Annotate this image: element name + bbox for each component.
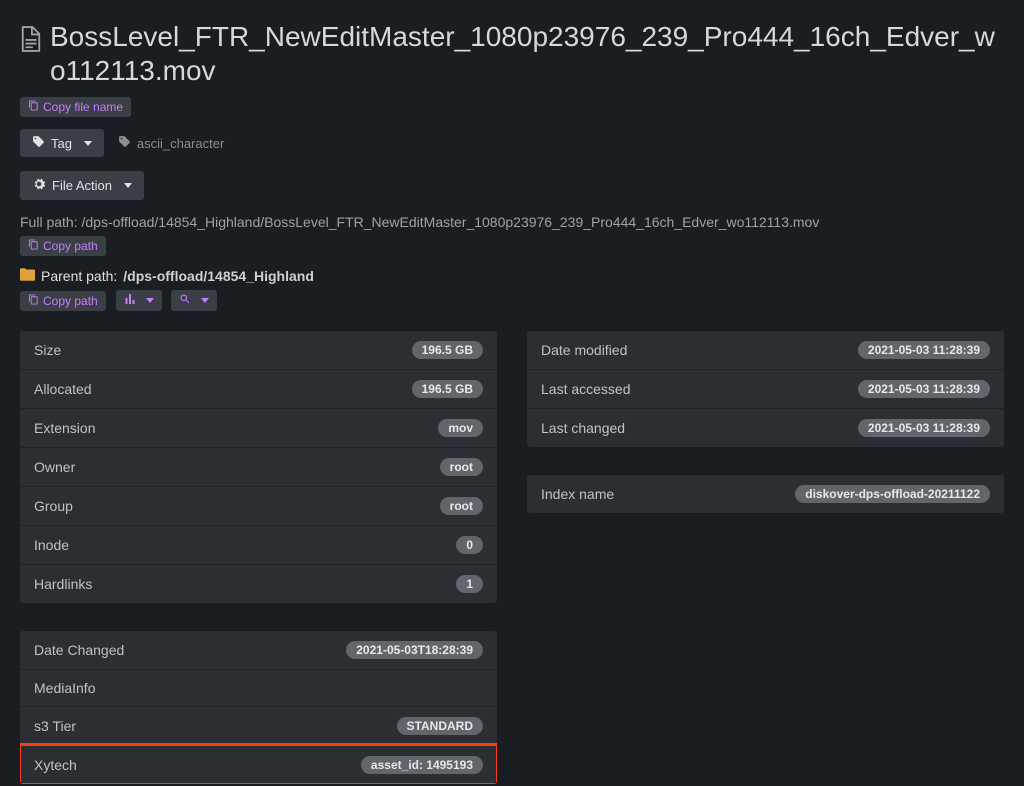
copy-parent-path-button[interactable]: Copy path [20, 291, 106, 311]
list-item: Last changed 2021-05-03 11:28:39 [527, 408, 1004, 447]
list-item-label: Group [34, 498, 73, 514]
list-item: Group root [20, 486, 497, 525]
parent-path-value: /dps-offload/14854_Highland [123, 268, 314, 284]
index-list: Index name diskover-dps-offload-20211122 [527, 475, 1004, 513]
file-action-button[interactable]: File Action [20, 171, 144, 200]
chart-dropdown-button[interactable] [116, 290, 162, 311]
list-item: Date Changed 2021-05-03T18:28:39 [20, 631, 497, 669]
list-item: Xytech asset_id: 1495193 [20, 745, 497, 784]
copy-icon [28, 239, 39, 253]
list-item-label: Owner [34, 459, 75, 475]
list-item-label: Hardlinks [34, 576, 92, 592]
list-item: Size 196.5 GB [20, 331, 497, 369]
list-item-value: 0 [456, 536, 483, 554]
copy-icon [28, 100, 39, 114]
file-action-label: File Action [52, 178, 112, 193]
file-dates-list: Date modified2021-05-03 11:28:39Last acc… [527, 331, 1004, 447]
file-attributes-list: Size 196.5 GB Allocated 196.5 GB Extension mo… [20, 331, 497, 603]
search-icon [179, 293, 191, 308]
parent-path-label: Parent path: [41, 268, 117, 284]
list-item-value: asset_id: 1495193 [361, 756, 483, 774]
page-title: BossLevel_FTR_NewEditMaster_1080p23976_2… [20, 20, 1004, 87]
existing-tag-label: ascii_character [137, 136, 224, 151]
list-item-label: Last accessed [541, 381, 631, 397]
list-item: Hardlinks 1 [20, 564, 497, 603]
list-item: MediaInfo [20, 669, 497, 706]
list-item-value: mov [438, 419, 483, 437]
list-item-label: MediaInfo [34, 680, 95, 696]
list-item-value: 2021-05-03 11:28:39 [858, 341, 990, 359]
list-item-value: root [440, 497, 483, 515]
list-item-value: root [440, 458, 483, 476]
list-item: Owner root [20, 447, 497, 486]
list-item: Allocated 196.5 GB [20, 369, 497, 408]
list-item: s3 Tier STANDARD [20, 706, 497, 745]
cogs-icon [32, 177, 46, 194]
list-item-label: Date modified [541, 342, 627, 358]
parent-path-line: Parent path: /dps-offload/14854_Highland [20, 268, 1004, 284]
list-item-label: Last changed [541, 420, 625, 436]
bar-chart-icon [124, 293, 136, 308]
list-item-label: s3 Tier [34, 718, 76, 734]
full-path-label: Full path: [20, 214, 78, 230]
list-item-value: 1 [456, 575, 483, 593]
list-item-value: 2021-05-03T18:28:39 [346, 641, 483, 659]
tag-icon [118, 135, 131, 151]
search-dropdown-button[interactable] [171, 290, 217, 311]
list-item-value: diskover-dps-offload-20211122 [795, 485, 990, 503]
list-item-label: Xytech [34, 757, 77, 773]
copy-full-path-button[interactable]: Copy path [20, 236, 106, 256]
list-item: Date modified 2021-05-03 11:28:39 [527, 331, 1004, 369]
list-item: Last accessed 2021-05-03 11:28:39 [527, 369, 1004, 408]
list-item-label: Extension [34, 420, 95, 436]
list-item-label: Index name [541, 486, 614, 502]
list-item: Index name diskover-dps-offload-20211122 [527, 475, 1004, 513]
copy-file-name-label: Copy file name [43, 100, 123, 114]
file-title: BossLevel_FTR_NewEditMaster_1080p23976_2… [50, 20, 1004, 87]
list-item: Inode 0 [20, 525, 497, 564]
list-item-value: 2021-05-03 11:28:39 [858, 419, 990, 437]
copy-parent-path-label: Copy path [43, 294, 98, 308]
list-item-label: Allocated [34, 381, 92, 397]
list-item-label: Date Changed [34, 642, 124, 658]
list-item: Extension mov [20, 408, 497, 447]
full-path-value: /dps-offload/14854_Highland/BossLevel_FT… [81, 214, 819, 230]
file-extra-list: Date Changed 2021-05-03T18:28:39 MediaInfo… [20, 631, 497, 784]
copy-full-path-label: Copy path [43, 239, 98, 253]
tag-label: Tag [51, 136, 72, 151]
list-item-label: Inode [34, 537, 69, 553]
folder-icon [20, 268, 35, 284]
list-item-value: STANDARD [397, 717, 483, 735]
tag-button[interactable]: Tag [20, 129, 104, 157]
tag-icon [32, 135, 45, 151]
copy-icon [28, 294, 39, 308]
full-path-line: Full path: /dps-offload/14854_Highland/B… [20, 214, 1004, 230]
file-icon [20, 26, 42, 55]
list-item-value: 2021-05-03 11:28:39 [858, 380, 990, 398]
list-item-value: 196.5 GB [412, 380, 483, 398]
list-item-value: 196.5 GB [412, 341, 483, 359]
existing-tag[interactable]: ascii_character [114, 129, 228, 157]
copy-file-name-button[interactable]: Copy file name [20, 97, 131, 117]
list-item-label: Size [34, 342, 61, 358]
